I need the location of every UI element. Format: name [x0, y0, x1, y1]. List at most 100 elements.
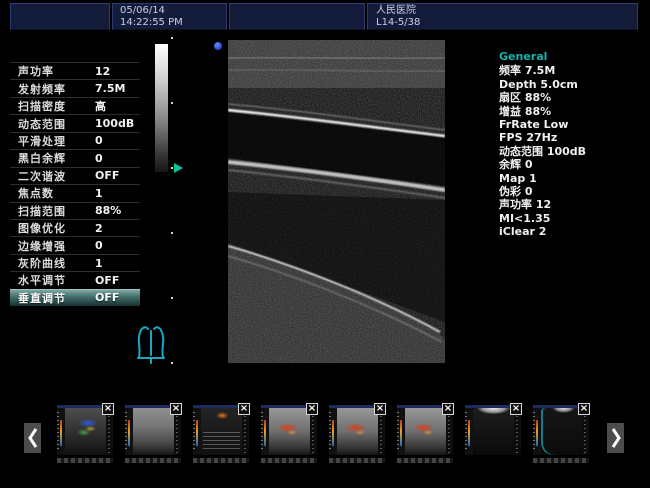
param-label: 水平调节	[18, 272, 66, 288]
body-mark-icon	[133, 321, 169, 369]
thumbnail-slot: ×	[329, 405, 385, 463]
thumbnail-slot: ×	[57, 405, 113, 463]
param-row[interactable]: 扫描范围88%	[10, 202, 140, 219]
thumbnail-caption	[57, 458, 113, 463]
info-line: 扇区 88%	[499, 91, 644, 104]
topbar-hospital-box: 人民医院 L14-5/38	[367, 3, 638, 30]
param-label: 扫描范围	[18, 203, 66, 219]
thumbnail-close-button[interactable]: ×	[442, 403, 454, 415]
thumbnail-close-button[interactable]: ×	[170, 403, 182, 415]
topbar-datetime-box: 05/06/14 14:22:55 PM	[112, 3, 227, 30]
thumbnail-caption	[261, 458, 317, 463]
info-header: General	[499, 50, 644, 63]
thumbnail[interactable]: ×	[329, 405, 385, 455]
param-value: 0	[95, 152, 103, 165]
param-row[interactable]: 边缘增强0	[10, 236, 140, 253]
thumbnail[interactable]: ×	[193, 405, 249, 455]
thumbnail-body	[465, 408, 521, 455]
thumbnail-next-button[interactable]	[607, 423, 624, 453]
probe-model-text: L14-5/38	[376, 16, 420, 29]
param-row[interactable]: 黑白余辉0	[10, 149, 140, 166]
info-line: FPS 27Hz	[499, 131, 644, 144]
thumbnail-image	[473, 408, 514, 455]
thumbnail-slot: ×	[397, 405, 453, 463]
param-row[interactable]: 图像优化2	[10, 219, 140, 236]
param-value: 0	[95, 134, 103, 147]
info-line: 频率 7.5M	[499, 64, 644, 77]
info-line: 声功率 12	[499, 198, 644, 211]
thumbnail-body	[533, 408, 589, 455]
depth-tick	[171, 362, 173, 364]
param-row[interactable]: 灰阶曲线1	[10, 254, 140, 271]
sidebar-params: 声功率12发射频率7.5M扫描密度高动态范围100dB平滑处理0黑白余辉0二次谐…	[10, 62, 140, 306]
param-row[interactable]: 平滑处理0	[10, 132, 140, 149]
param-row[interactable]: 垂直调节OFF	[10, 289, 140, 306]
thumbnail[interactable]: ×	[397, 405, 453, 455]
depth-tick	[171, 167, 173, 169]
ultrasound-image	[228, 40, 445, 363]
info-line: 增益 88%	[499, 105, 644, 118]
time-text: 14:22:55 PM	[120, 16, 183, 29]
focus-marker-icon	[174, 163, 183, 173]
image-info-panel: General 频率 7.5MDepth 5.0cm扇区 88%增益 88%Fr…	[499, 50, 644, 239]
thumbnail[interactable]: ×	[465, 405, 521, 455]
param-row[interactable]: 动态范围100dB	[10, 114, 140, 131]
info-line: 伪彩 0	[499, 185, 644, 198]
param-value: 高	[95, 98, 106, 114]
grayscale-bar	[155, 44, 168, 172]
depth-tick	[171, 102, 173, 104]
thumbnail-body	[329, 408, 385, 455]
thumbnail-colorbar	[533, 408, 541, 455]
thumbnail-image	[65, 408, 106, 455]
param-row[interactable]: 二次谐波 OFF	[10, 167, 140, 184]
thumbnail-colorbar	[125, 408, 133, 455]
thumbnail-image	[405, 408, 446, 455]
thumbnail-sidetext	[378, 408, 385, 455]
thumbnail[interactable]: ×	[261, 405, 317, 455]
thumbnail-image	[337, 408, 378, 455]
thumbnail-slot: ×	[125, 405, 181, 463]
thumbnail[interactable]: ×	[533, 405, 589, 455]
thumbnail-slot: ×	[533, 405, 589, 463]
param-value: OFF	[95, 169, 119, 182]
param-value: OFF	[95, 274, 119, 287]
param-value: 100dB	[95, 117, 134, 130]
thumbnail-close-button[interactable]: ×	[578, 403, 590, 415]
depth-tick	[171, 297, 173, 299]
param-row[interactable]: 扫描密度高	[10, 97, 140, 114]
thumbnail-body	[261, 408, 317, 455]
info-line: 动态范围 100dB	[499, 145, 644, 158]
thumbnail-image	[541, 408, 582, 455]
thumbnail-close-button[interactable]: ×	[374, 403, 386, 415]
thumbnail-sidetext	[582, 408, 589, 455]
param-value: 1	[95, 187, 103, 200]
thumbnail-close-button[interactable]: ×	[306, 403, 318, 415]
thumbnail-close-button[interactable]: ×	[510, 403, 522, 415]
param-row[interactable]: 焦点数 1	[10, 184, 140, 201]
param-label: 焦点数	[18, 185, 54, 201]
thumbnail-caption	[533, 458, 589, 463]
thumbnail-close-button[interactable]: ×	[238, 403, 250, 415]
thumbnail[interactable]: ×	[125, 405, 181, 455]
thumbnail-caption	[125, 458, 181, 463]
thumbnail-sidetext	[106, 408, 113, 455]
thumbnail-slot: ×	[465, 405, 521, 455]
param-row[interactable]: 声功率12	[10, 62, 140, 79]
param-label: 灰阶曲线	[18, 255, 66, 271]
thumbnail[interactable]: ×	[57, 405, 113, 455]
thumbnail-colorbar	[329, 408, 337, 455]
thumbnail-sidetext	[310, 408, 317, 455]
thumbnail-sidetext	[174, 408, 181, 455]
thumbnail-close-button[interactable]: ×	[102, 403, 114, 415]
thumbnail-slot: ×	[261, 405, 317, 463]
param-row[interactable]: 发射频率7.5M	[10, 79, 140, 96]
thumbnail-prev-button[interactable]	[24, 423, 41, 453]
thumbnail-caption	[193, 458, 249, 463]
thumbnail-body	[125, 408, 181, 455]
thumbnail-caption	[397, 458, 453, 463]
thumbnail-body	[57, 408, 113, 455]
param-label: 图像优化	[18, 220, 66, 236]
depth-tick	[171, 37, 173, 39]
param-row[interactable]: 水平调节 OFF	[10, 271, 140, 288]
param-label: 二次谐波	[18, 168, 66, 184]
